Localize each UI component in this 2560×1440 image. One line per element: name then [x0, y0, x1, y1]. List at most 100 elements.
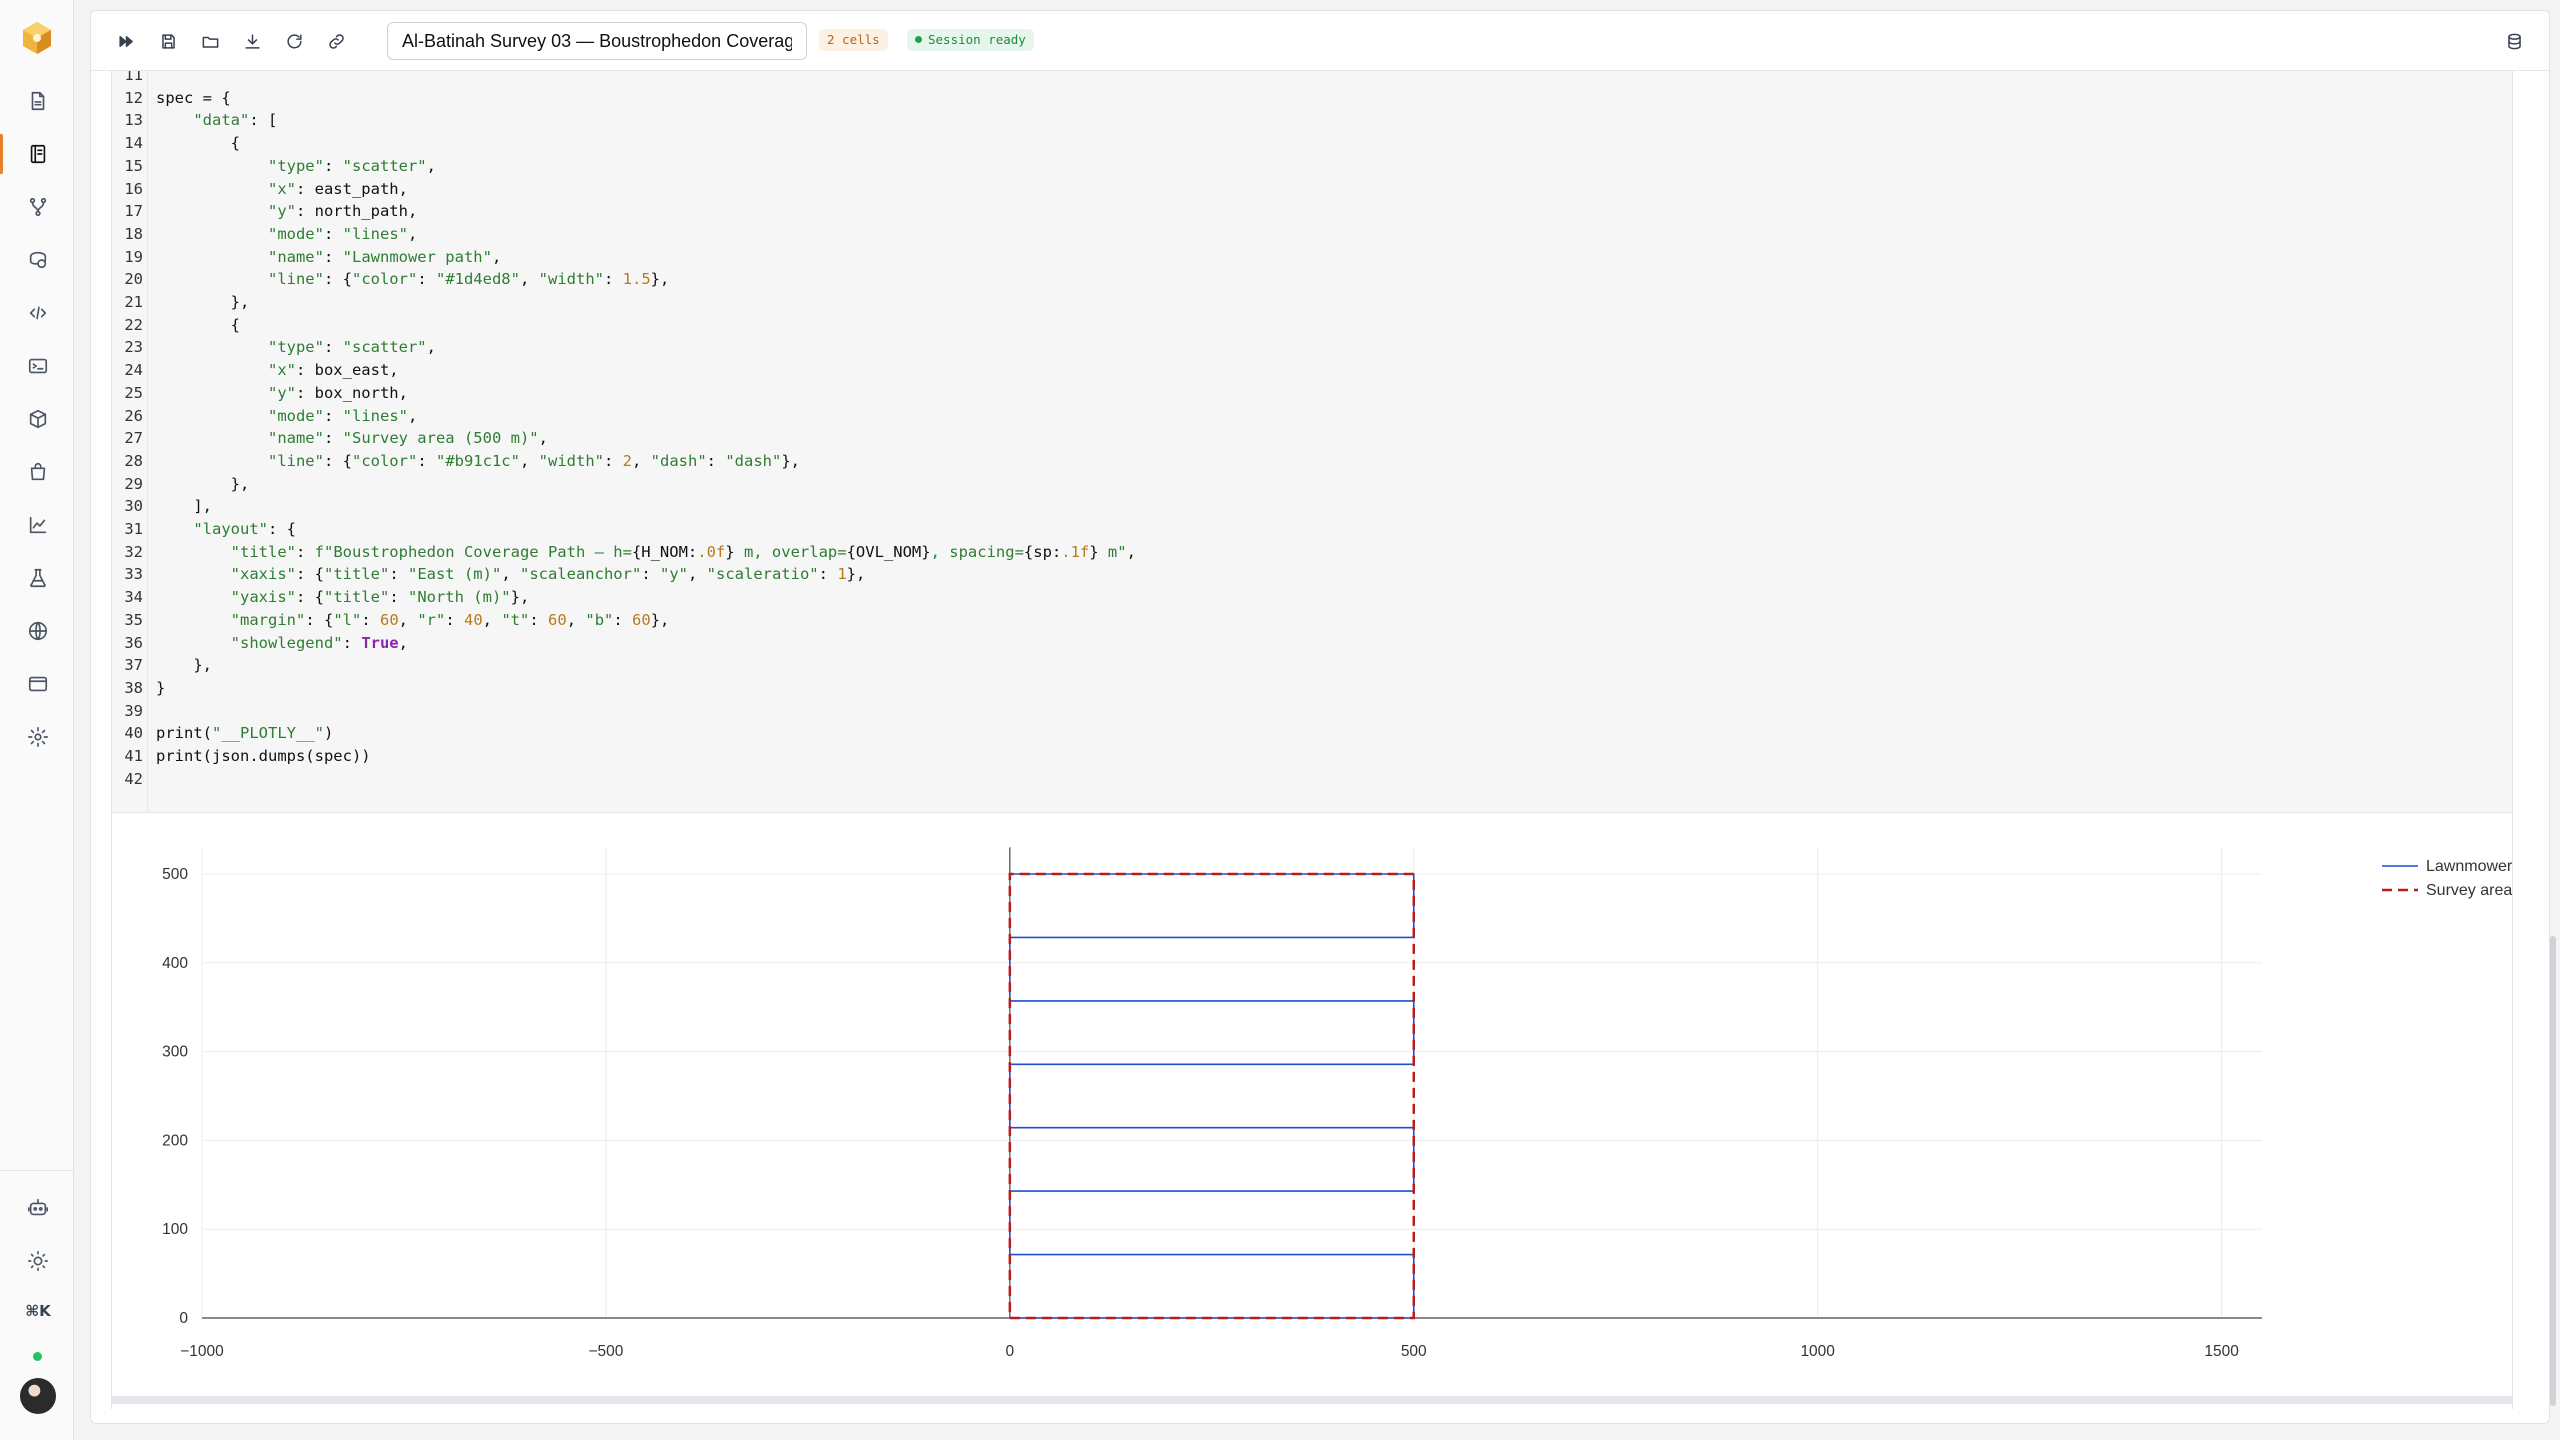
- database-icon[interactable]: [21, 243, 55, 277]
- code-line: "layout": {: [193, 520, 296, 538]
- git-branch-icon[interactable]: [21, 190, 55, 224]
- save-icon[interactable]: [155, 28, 181, 54]
- y-tick-label: 0: [179, 1310, 188, 1327]
- left-sidebar: ⌘K: [0, 0, 74, 1440]
- cells-count-badge: 2 cells: [819, 29, 888, 51]
- line-number: 28: [124, 451, 143, 470]
- x-tick-label: 500: [1401, 1343, 1427, 1360]
- line-number: 12: [124, 88, 143, 107]
- code-line: "name": "Lawnmower path",: [267, 247, 502, 266]
- line-number: 16: [124, 179, 143, 198]
- code-line: "name": "Survey area (500 m)",: [267, 429, 548, 448]
- code-line: "x": box_east,: [267, 361, 399, 380]
- link-icon[interactable]: [323, 28, 349, 54]
- code-line: "title": f"Boustrophedon Coverage Path —…: [230, 542, 1136, 561]
- y-tick-label: 500: [162, 866, 188, 883]
- y-tick-label: 300: [162, 1044, 188, 1061]
- line-number: 14: [124, 134, 143, 153]
- line-number: 32: [124, 542, 143, 561]
- session-status-badge: Session ready: [907, 29, 1034, 51]
- line-number: 24: [124, 361, 143, 380]
- code-line: spec = {: [156, 88, 231, 107]
- sun-icon[interactable]: [21, 1244, 55, 1278]
- globe-icon[interactable]: [21, 614, 55, 648]
- line-number: 35: [124, 610, 143, 629]
- line-number: 38: [124, 678, 143, 697]
- code-line: "type": "scatter",: [267, 338, 436, 357]
- code-line: "margin": {"l": 60, "r": 40, "t": 60, "b…: [230, 610, 670, 629]
- session-status-text: Session ready: [928, 32, 1026, 47]
- line-number: 26: [124, 406, 143, 425]
- connection-status-dot: [33, 1352, 42, 1361]
- code-icon[interactable]: [21, 296, 55, 330]
- vertical-scrollbar[interactable]: [2550, 936, 2556, 1406]
- user-avatar[interactable]: [20, 1378, 56, 1414]
- cell-output: −1000 −500 0 500 1000 1500 0 100 200 300 400 500 Law…: [112, 814, 2512, 1404]
- code-line: },: [156, 656, 212, 675]
- code-line: "mode": "lines",: [267, 406, 418, 425]
- code-line: ],: [156, 497, 212, 516]
- session-dot-icon: [915, 36, 922, 43]
- notebook-icon[interactable]: [21, 137, 55, 171]
- notebook-title-input[interactable]: [387, 22, 807, 60]
- notebook-panel: 2 cells Session ready 11 12 13 14 15 16 17 18 19…: [90, 10, 2550, 1424]
- line-number: 31: [124, 520, 143, 538]
- line-number: 25: [124, 383, 143, 402]
- code-editor[interactable]: 11 12 13 14 15 16 17 18 19 20 21 22 23 24 25 26 27 28 29 30…: [112, 71, 2512, 813]
- legend-label: Lawnmower path: [2426, 858, 2512, 875]
- line-number: 15: [124, 156, 143, 175]
- line-number: 19: [124, 247, 143, 266]
- horizontal-scrollbar[interactable]: [112, 1396, 2512, 1404]
- code-line: "y": box_north,: [267, 383, 408, 402]
- code-line: "y": north_path,: [267, 202, 418, 221]
- coverage-path-chart: −1000 −500 0 500 1000 1500 0 100 200 300 400 500 Law…: [162, 847, 2512, 1360]
- robot-icon[interactable]: [21, 1191, 55, 1225]
- download-icon[interactable]: [239, 28, 265, 54]
- refresh-icon[interactable]: [281, 28, 307, 54]
- code-line: },: [156, 474, 250, 493]
- x-tick-label: −1000: [180, 1343, 224, 1360]
- package-icon[interactable]: [21, 402, 55, 436]
- survey-area-line: [1008, 872, 1416, 1320]
- x-tick-label: −500: [588, 1343, 623, 1360]
- line-number: 17: [124, 202, 143, 221]
- line-number: 30: [124, 497, 143, 516]
- app-logo-icon[interactable]: [19, 20, 55, 56]
- code-line: "line": {"color": "#1d4ed8", "width": 1.…: [267, 270, 670, 289]
- lawnmower-path-line: [1009, 873, 1415, 1319]
- y-tick-label: 200: [162, 1132, 188, 1149]
- line-number: 11: [124, 71, 143, 84]
- line-number: 27: [124, 429, 143, 448]
- command-palette-icon[interactable]: ⌘K: [22, 1302, 54, 1320]
- notebook-toolbar: 2 cells Session ready: [91, 11, 2549, 71]
- flask-icon[interactable]: [21, 561, 55, 595]
- code-line: }: [156, 678, 166, 697]
- x-tick-label: 1000: [1800, 1343, 1835, 1360]
- active-indicator: [0, 134, 3, 174]
- x-tick-label: 0: [1006, 1343, 1015, 1360]
- y-tick-label: 100: [162, 1221, 188, 1238]
- line-number: 23: [124, 338, 143, 357]
- window-icon[interactable]: [21, 667, 55, 701]
- shopping-bag-icon[interactable]: [21, 455, 55, 489]
- x-tick-label: 1500: [2204, 1343, 2239, 1360]
- document-icon[interactable]: [21, 84, 55, 118]
- database-panel-icon[interactable]: [2501, 28, 2527, 54]
- line-number: 18: [124, 224, 143, 243]
- code-cell: 11 12 13 14 15 16 17 18 19 20 21 22 23 24 25 26 27 28 29 30…: [111, 71, 2513, 1409]
- sidebar-divider: [0, 1170, 73, 1171]
- line-chart-icon[interactable]: [21, 508, 55, 542]
- code-line: "data": [: [193, 111, 278, 130]
- line-number: 33: [124, 565, 143, 584]
- settings-gear-icon[interactable]: [21, 720, 55, 754]
- open-folder-icon[interactable]: [197, 28, 223, 54]
- code-line: },: [156, 293, 250, 311]
- y-tick-label: 400: [162, 955, 188, 972]
- line-number: 22: [124, 315, 143, 334]
- run-all-icon[interactable]: [113, 28, 139, 54]
- line-number: 29: [124, 474, 143, 493]
- line-number-gutter: 11 12 13 14 15 16 17 18 19 20 21 22 23 24 25 26 27 28 29 30…: [112, 71, 148, 812]
- code-line: "yaxis": {"title": "North (m)"},: [230, 588, 530, 607]
- line-number: 37: [124, 656, 143, 675]
- terminal-icon[interactable]: [21, 349, 55, 383]
